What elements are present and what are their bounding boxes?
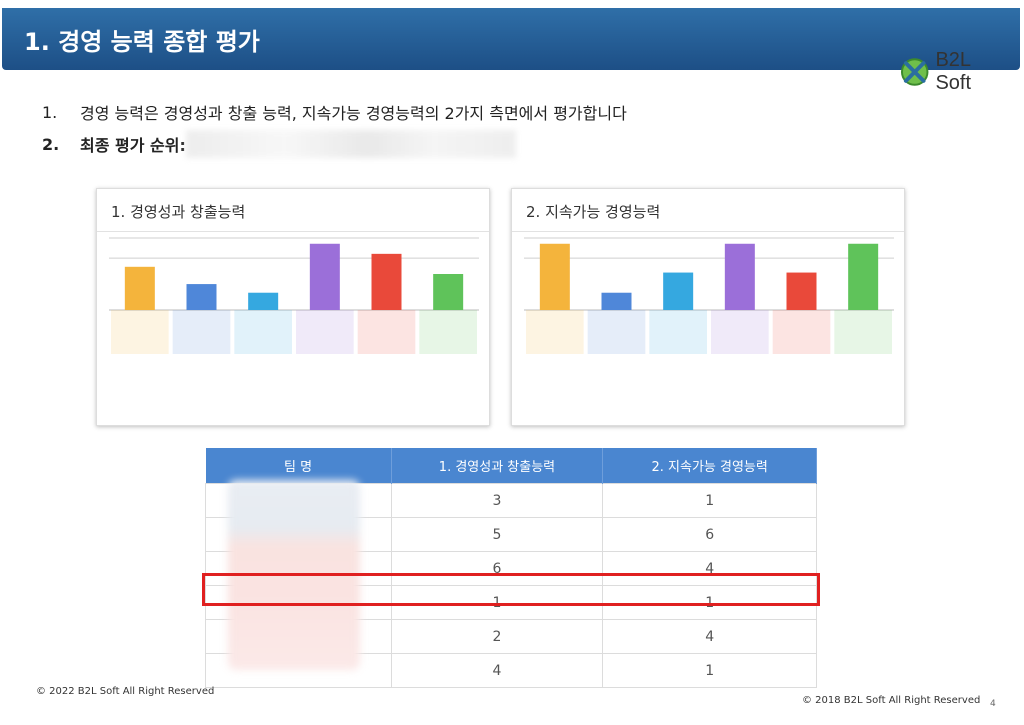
redacted-bar-label: [772, 310, 831, 354]
bullet-text: 경영 능력은 경영성과 창출 능력, 지속가능 경영능력의 2가지 측면에서 평…: [80, 104, 627, 123]
redacted-bar-label: [172, 310, 231, 354]
score-cell: 4: [602, 619, 817, 654]
score-cell: 2: [390, 619, 604, 654]
redacted-bar-label: [234, 310, 292, 354]
score-cell: 4: [390, 653, 604, 688]
bullet-list: 1. 경영 능력은 경영성과 창출 능력, 지속가능 경영능력의 2가지 측면에…: [42, 96, 627, 160]
column-header-performance: 1. 경영성과 창출능력: [391, 448, 604, 484]
redacted-ranking: [185, 130, 516, 158]
bar: [663, 272, 694, 310]
redacted-bar-label: [711, 310, 769, 354]
page-number: 4: [990, 699, 996, 709]
redacted-bar-label: [587, 310, 646, 354]
score-cell: 1: [602, 483, 817, 518]
bar-chart-1: [109, 237, 479, 354]
score-cell: 5: [390, 517, 604, 552]
column-header-team: 팀 명: [205, 448, 392, 484]
footer-copyright-right: © 2018 B2L Soft All Right Reserved: [802, 695, 981, 706]
bar: [186, 284, 217, 310]
page-title: 1. 경영 능력 종합 평가: [24, 28, 260, 56]
bar: [248, 292, 279, 310]
bar: [371, 253, 402, 310]
bar: [724, 243, 755, 310]
bar: [848, 243, 879, 310]
score-cell: 3: [390, 483, 604, 518]
bullet-text: 최종 평가 순위:: [80, 136, 186, 155]
bar: [786, 272, 817, 310]
redacted-bar-label: [649, 310, 707, 354]
bullet-item-2: 2. 최종 평가 순위:: [42, 128, 627, 160]
redacted-bar-label: [357, 310, 416, 354]
chart-panel-1: 1. 경영성과 창출능력: [96, 188, 490, 426]
bar: [309, 243, 340, 310]
title-bar: 1. 경영 능력 종합 평가: [2, 8, 1020, 70]
chart-panel-2: 2. 지속가능 경영능력: [511, 188, 905, 426]
redacted-bar-label: [296, 310, 354, 354]
score-cell: 1: [602, 653, 817, 688]
redacted-bar-label: [526, 310, 584, 354]
bar: [601, 292, 632, 310]
redacted-bar-label: [111, 310, 169, 354]
logo-text: B2L Soft: [935, 49, 972, 94]
bar: [539, 243, 570, 310]
company-logo: B2L Soft: [900, 49, 1010, 94]
score-cell: 6: [602, 517, 817, 552]
bullet-number: 1.: [42, 102, 58, 122]
highlighted-row-box: [202, 573, 820, 606]
bar-chart-2: [524, 237, 894, 354]
bar: [124, 266, 155, 310]
table-header-row: 팀 명 1. 경영성과 창출능력 2. 지속가능 경영능력: [205, 448, 817, 484]
bar: [433, 274, 464, 310]
b2l-logo-icon: [900, 58, 929, 86]
column-header-sustainability: 2. 지속가능 경영능력: [602, 448, 817, 484]
redacted-bar-label: [834, 310, 892, 354]
bullet-number: 2.: [42, 134, 60, 154]
bullet-item-1: 1. 경영 능력은 경영성과 창출 능력, 지속가능 경영능력의 2가지 측면에…: [42, 96, 627, 128]
redacted-bar-label: [419, 310, 477, 354]
footer-copyright-left: © 2022 B2L Soft All Right Reserved: [36, 686, 215, 697]
